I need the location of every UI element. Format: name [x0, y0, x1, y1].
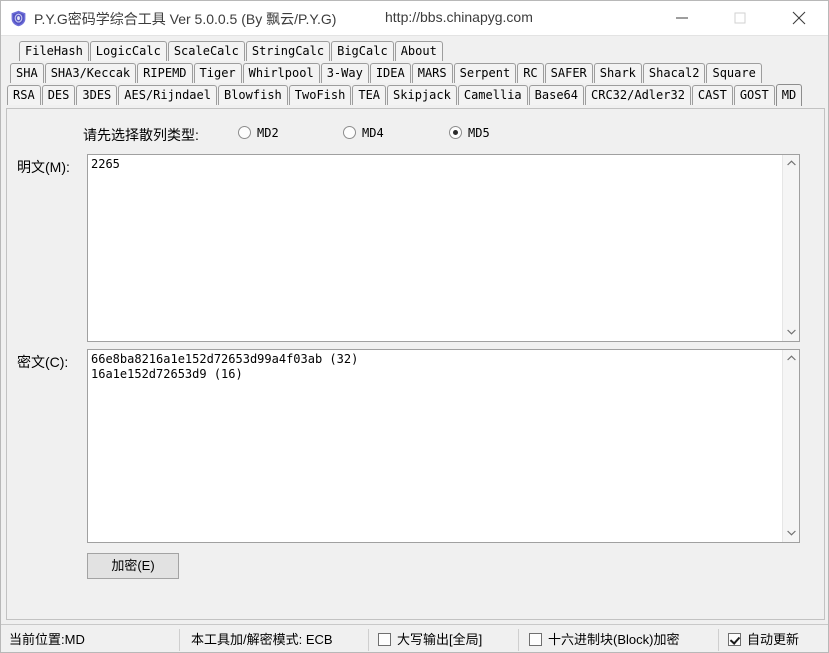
- tab-filehash[interactable]: FileHash: [19, 41, 89, 61]
- tab-row-3: RSA DES 3DES AES/Rijndael Blowfish TwoFi…: [1, 84, 803, 107]
- checkbox-auto-update-label: 自动更新: [747, 632, 800, 648]
- tab-rsa[interactable]: RSA: [7, 85, 41, 105]
- tab-md[interactable]: MD: [775, 84, 803, 106]
- plaintext-scrollbar[interactable]: [782, 155, 799, 341]
- tab-crc32-adler32[interactable]: CRC32/Adler32: [585, 85, 691, 105]
- checkbox-uppercase-box: [378, 633, 391, 647]
- tab-mars[interactable]: MARS: [411, 63, 453, 83]
- tab-blowfish[interactable]: Blowfish: [217, 85, 288, 105]
- checkbox-uppercase-label: 大写输出[全局]: [397, 632, 483, 648]
- tab-3way[interactable]: 3-Way: [320, 63, 369, 83]
- plaintext-value: 2265: [91, 157, 120, 171]
- tab-serpent[interactable]: Serpent: [453, 63, 517, 83]
- tab-stringcalc[interactable]: StringCalc: [245, 41, 331, 61]
- ciphertext-scrollbar[interactable]: [782, 350, 799, 542]
- hash-type-selector: 请先选择散列类型: MD2 MD4 MD5: [7, 122, 824, 144]
- scroll-up-icon[interactable]: [783, 350, 800, 367]
- ciphertext-value: 66e8ba8216a1e152d72653d99a4f03ab (32) 16…: [91, 352, 359, 381]
- radio-md4-dot: [343, 126, 356, 140]
- status-divider: [368, 629, 369, 651]
- status-current-position: 当前位置:MD: [9, 632, 85, 647]
- tab-sha3-keccak[interactable]: SHA3/Keccak: [44, 63, 137, 83]
- tab-idea[interactable]: IDEA: [369, 63, 411, 83]
- plaintext-label: 明文(M):: [17, 159, 70, 175]
- tab-row-1: FileHash LogicCalc ScaleCalc StringCalc …: [1, 41, 444, 63]
- tab-whirlpool[interactable]: Whirlpool: [242, 63, 320, 83]
- encrypt-button[interactable]: 加密(E): [87, 553, 179, 579]
- tab-square[interactable]: Square: [706, 63, 762, 83]
- tab-gost[interactable]: GOST: [733, 85, 775, 105]
- tab-des[interactable]: DES: [41, 85, 76, 105]
- tab-shacal2[interactable]: Shacal2: [642, 63, 706, 83]
- scroll-up-icon[interactable]: [783, 155, 800, 172]
- checkbox-hex-block-label: 十六进制块(Block)加密: [548, 632, 680, 648]
- plaintext-input[interactable]: 2265: [87, 154, 800, 342]
- tab-strip: FileHash LogicCalc ScaleCalc StringCalc …: [1, 36, 828, 109]
- radio-md4-label: MD4: [362, 125, 384, 140]
- status-crypto-mode: 本工具加/解密模式: ECB: [191, 632, 333, 647]
- tab-scalecalc[interactable]: ScaleCalc: [167, 41, 245, 61]
- title-bar: P.Y.G密码学综合工具 Ver 5.0.0.5 (By 飘云/P.Y.G) h…: [1, 1, 828, 36]
- radio-md5-label: MD5: [468, 125, 490, 140]
- tab-base64[interactable]: Base64: [528, 85, 584, 105]
- tab-aes-rijndael[interactable]: AES/Rijndael: [118, 85, 217, 105]
- radio-md2[interactable]: MD2: [238, 124, 279, 142]
- radio-md5[interactable]: MD5: [449, 124, 490, 142]
- tab-camellia[interactable]: Camellia: [457, 85, 528, 105]
- radio-md2-dot: [238, 126, 251, 140]
- scroll-down-icon[interactable]: [783, 324, 800, 341]
- window-title: P.Y.G密码学综合工具 Ver 5.0.0.5 (By 飘云/P.Y.G): [34, 11, 337, 27]
- ciphertext-output[interactable]: 66e8ba8216a1e152d72653d99a4f03ab (32) 16…: [87, 349, 800, 543]
- tab-row-2: SHA SHA3/Keccak RIPEMD Tiger Whirlpool 3…: [1, 63, 763, 85]
- minimize-button[interactable]: [659, 1, 705, 35]
- md-tab-panel: 请先选择散列类型: MD2 MD4 MD5 明文(M): 2265 密文(C):…: [6, 108, 825, 620]
- status-divider: [179, 629, 180, 651]
- scroll-down-icon[interactable]: [783, 525, 800, 542]
- checkbox-uppercase-output[interactable]: 大写输出[全局]: [378, 625, 483, 652]
- tab-twofish[interactable]: TwoFish: [288, 85, 352, 105]
- tab-about[interactable]: About: [394, 41, 443, 61]
- hash-type-label: 请先选择散列类型:: [83, 127, 199, 143]
- ciphertext-label: 密文(C):: [17, 354, 69, 370]
- tab-shark[interactable]: Shark: [593, 63, 642, 83]
- radio-md5-dot: [449, 126, 462, 140]
- tab-ripemd[interactable]: RIPEMD: [137, 63, 193, 83]
- maximize-button[interactable]: [717, 1, 763, 35]
- tab-skipjack[interactable]: Skipjack: [387, 85, 457, 105]
- tab-tea[interactable]: TEA: [352, 85, 387, 105]
- window-title-url: http://bbs.chinapyg.com: [385, 9, 533, 25]
- status-divider: [718, 629, 719, 651]
- tab-bigcalc[interactable]: BigCalc: [331, 41, 394, 61]
- checkbox-auto-update-box: [728, 633, 741, 647]
- checkbox-hex-block-encrypt[interactable]: 十六进制块(Block)加密: [529, 625, 680, 652]
- status-divider: [518, 629, 519, 651]
- radio-md2-label: MD2: [257, 125, 279, 140]
- tab-logiccalc[interactable]: LogicCalc: [89, 41, 167, 61]
- tab-safer[interactable]: SAFER: [544, 63, 593, 83]
- shield-app-icon: [10, 10, 27, 27]
- tab-sha[interactable]: SHA: [10, 63, 44, 83]
- checkbox-auto-update[interactable]: 自动更新: [728, 625, 800, 652]
- tab-tiger[interactable]: Tiger: [193, 63, 242, 83]
- close-button[interactable]: [776, 1, 822, 35]
- tab-rc[interactable]: RC: [517, 63, 544, 83]
- checkbox-hex-block-box: [529, 633, 542, 647]
- application-window: P.Y.G密码学综合工具 Ver 5.0.0.5 (By 飘云/P.Y.G) h…: [0, 0, 829, 653]
- radio-md4[interactable]: MD4: [343, 124, 384, 142]
- status-bar: 当前位置:MD 本工具加/解密模式: ECB 大写输出[全局] 十六进制块(Bl…: [1, 624, 828, 652]
- tab-cast[interactable]: CAST: [691, 85, 733, 105]
- tab-3des[interactable]: 3DES: [76, 85, 118, 105]
